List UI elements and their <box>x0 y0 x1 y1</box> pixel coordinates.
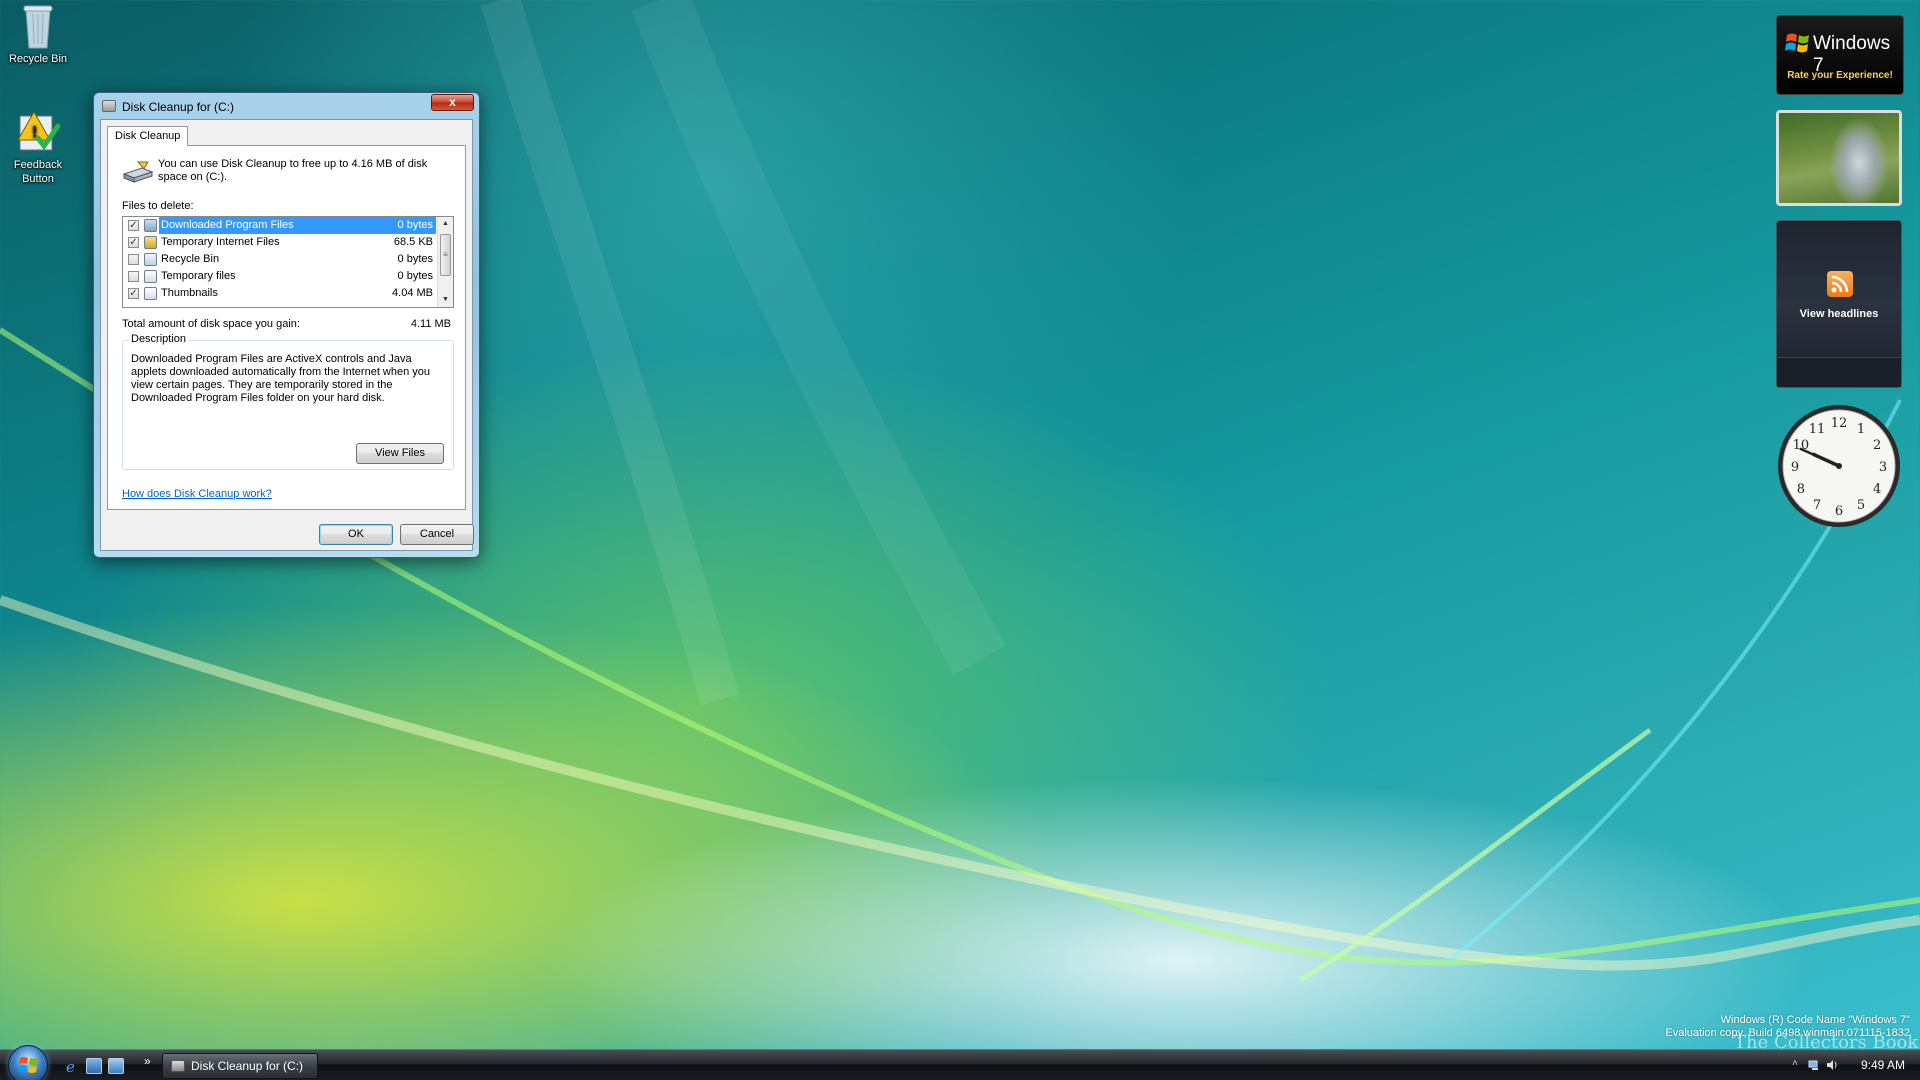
tray-expand-icon[interactable]: ˄ <box>1792 1058 1798 1069</box>
recycle-bin-small-icon <box>144 253 157 266</box>
cancel-button[interactable]: Cancel <box>400 524 474 545</box>
switch-windows-icon[interactable] <box>108 1058 124 1074</box>
close-button[interactable]: x <box>431 94 474 111</box>
volume-icon[interactable] <box>1826 1059 1838 1071</box>
file-name: Temporary files <box>161 270 236 282</box>
file-name: Thumbnails <box>161 287 218 299</box>
feed-gadget-footer <box>1777 357 1901 387</box>
file-name: Temporary Internet Files <box>161 236 280 248</box>
show-desktop-icon[interactable] <box>86 1058 102 1074</box>
total-space-value: 4.11 MB <box>410 318 451 330</box>
file-checkbox[interactable] <box>128 254 139 265</box>
windows-logo-icon <box>18 1057 38 1073</box>
file-checkbox[interactable]: ✓ <box>128 220 139 231</box>
files-listbox[interactable]: ✓ Downloaded Program Files 0 bytes ✓ Tem… <box>122 216 454 308</box>
disk-cleanup-dialog: Disk Cleanup for (C:) x Disk Cleanup You… <box>93 92 480 558</box>
dialog-titlebar[interactable]: Disk Cleanup for (C:) x <box>94 93 479 119</box>
taskbar-button-label: Disk Cleanup for (C:) <box>191 1059 304 1073</box>
listbox-scrollbar[interactable]: ▲ ≡ ▼ <box>437 217 453 307</box>
desktop-icon-recycle-bin[interactable]: Recycle Bin <box>0 2 76 66</box>
clock-gadget[interactable]: 12 1234567891011 <box>1776 403 1902 529</box>
feed-headlines-gadget[interactable]: View headlines <box>1776 220 1902 388</box>
watermark-line1: Windows (R) Code Name "Windows 7" <box>1720 1014 1910 1026</box>
slideshow-gadget[interactable] <box>1776 110 1902 206</box>
taskbar: e » Disk Cleanup for (C:) ˄ 9:49 AM <box>0 1045 1920 1080</box>
clock-number: 5 <box>1857 498 1865 513</box>
description-text: Downloaded Program Files are ActiveX con… <box>131 353 431 404</box>
file-checkbox[interactable]: ✓ <box>128 288 139 299</box>
quick-launch-overflow-icon[interactable]: » <box>144 1054 151 1068</box>
recycle-bin-icon <box>23 5 53 49</box>
file-checkbox[interactable] <box>128 271 139 282</box>
tab-disk-cleanup[interactable]: Disk Cleanup <box>107 126 189 146</box>
internet-files-icon <box>144 236 157 249</box>
close-icon: x <box>449 95 456 109</box>
taskbar-clock[interactable]: 9:49 AM <box>1861 1058 1905 1072</box>
dialog-client: Disk Cleanup You can use Disk Cleanup to… <box>100 119 474 551</box>
feedback-icon: ! <box>17 110 60 151</box>
document-icon <box>144 287 157 300</box>
file-row-temporary-files[interactable]: Temporary files 0 bytes <box>123 268 453 285</box>
clock-number: 6 <box>1835 504 1843 519</box>
file-row-temporary-internet-files[interactable]: ✓ Temporary Internet Files 68.5 KB <box>123 234 453 251</box>
scroll-down-icon[interactable]: ▼ <box>438 293 453 307</box>
clock-number: 4 <box>1873 482 1881 497</box>
tab-panel: You can use Disk Cleanup to free up to 4… <box>107 145 466 510</box>
description-legend: Description <box>129 333 189 345</box>
file-name: Downloaded Program Files <box>161 219 294 231</box>
clock-number: 12 <box>1831 416 1848 431</box>
disk-cleanup-icon <box>102 100 116 112</box>
view-headlines-label: View headlines <box>1799 308 1879 320</box>
description-group: Description Downloaded Program Files are… <box>122 333 454 470</box>
total-space-label: Total amount of disk space you gain: <box>122 318 300 330</box>
drive-cleanup-icon <box>122 161 154 183</box>
clock-number: 9 <box>1791 460 1799 475</box>
windows-logo-icon <box>1785 33 1809 53</box>
file-size: 0 bytes <box>397 270 433 282</box>
dialog-title: Disk Cleanup for (C:) <box>122 100 235 114</box>
ok-button[interactable]: OK <box>319 524 393 545</box>
scroll-up-icon[interactable]: ▲ <box>438 217 453 231</box>
clock-number: 7 <box>1813 498 1821 513</box>
clock-number: 2 <box>1873 438 1881 453</box>
clock-number: 8 <box>1797 482 1805 497</box>
document-icon <box>144 270 157 283</box>
folder-icon <box>144 219 157 232</box>
recycle-bin-label: Recycle Bin <box>8 53 68 65</box>
file-row-recycle-bin[interactable]: Recycle Bin 0 bytes <box>123 251 453 268</box>
svg-text:e: e <box>66 1058 75 1074</box>
clock-number: 11 <box>1809 422 1826 437</box>
clock-number: 1 <box>1857 422 1865 437</box>
start-button[interactable] <box>8 1045 48 1080</box>
rss-icon <box>1827 271 1853 297</box>
file-size: 68.5 KB <box>393 236 433 248</box>
intro-text: You can use Disk Cleanup to free up to 4… <box>158 158 428 183</box>
files-to-delete-label: Files to delete: <box>122 200 194 212</box>
internet-explorer-icon[interactable]: e <box>64 1058 80 1076</box>
feedback-button-label: Feedback Button <box>13 159 63 185</box>
file-size: 0 bytes <box>397 219 433 231</box>
windows7-subtitle: Rate your Experience! <box>1787 70 1893 81</box>
disk-cleanup-icon <box>171 1060 185 1072</box>
network-icon[interactable] <box>1808 1059 1820 1071</box>
taskbar-button-disk-cleanup[interactable]: Disk Cleanup for (C:) <box>162 1053 318 1079</box>
file-row-thumbnails[interactable]: ✓ Thumbnails 4.04 MB <box>123 285 453 302</box>
file-name: Recycle Bin <box>161 253 220 265</box>
scroll-thumb[interactable]: ≡ <box>440 234 451 276</box>
file-row-downloaded-program-files[interactable]: ✓ Downloaded Program Files 0 bytes <box>123 217 453 234</box>
file-size: 4.04 MB <box>392 287 433 299</box>
file-checkbox[interactable]: ✓ <box>128 237 139 248</box>
windows7-gadget[interactable]: Windows 7 Rate your Experience! <box>1776 15 1904 95</box>
help-link[interactable]: How does Disk Cleanup work? <box>122 488 272 500</box>
clock-number: 3 <box>1879 460 1887 475</box>
file-size: 0 bytes <box>397 253 433 265</box>
desktop-icon-feedback-button[interactable]: ! Feedback Button <box>0 108 76 186</box>
view-files-button[interactable]: View Files <box>356 443 444 464</box>
